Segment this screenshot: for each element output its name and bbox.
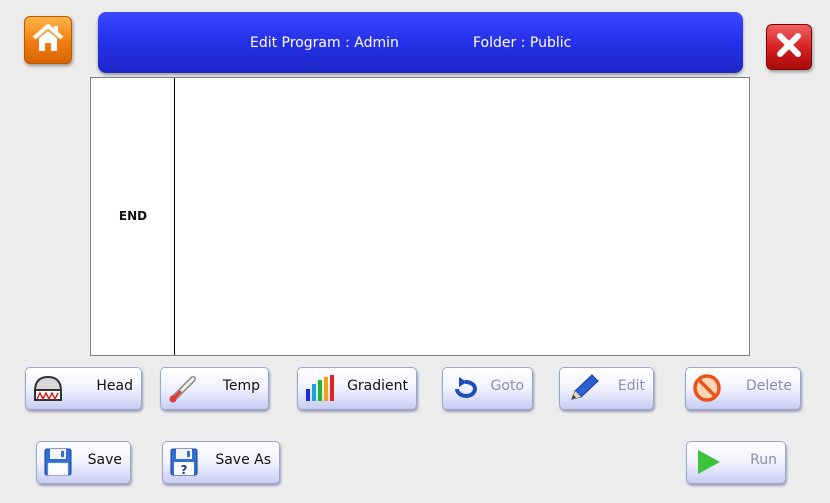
loop-arrow-icon	[449, 373, 481, 407]
thermometer-icon	[167, 373, 199, 407]
close-button[interactable]	[766, 24, 812, 70]
program-step-area[interactable]: END	[90, 77, 750, 356]
temp-label: Temp	[222, 378, 260, 394]
gradient-bars-icon	[304, 373, 338, 407]
run-button[interactable]: Run	[686, 441, 786, 484]
run-label: Run	[750, 452, 777, 468]
title-bar: Edit Program : Admin Folder : Public	[98, 12, 743, 73]
gradient-label: Gradient	[347, 378, 408, 394]
program-title: Edit Program : Admin	[250, 35, 399, 51]
head-label: Head	[96, 378, 133, 394]
prohibit-icon	[692, 373, 724, 407]
temp-button[interactable]: Temp	[160, 367, 269, 410]
head-button[interactable]: Head	[25, 367, 142, 410]
save-as-button[interactable]: ? Save As	[162, 441, 280, 484]
delete-button[interactable]: Delete	[685, 367, 801, 410]
svg-text:?: ?	[181, 463, 188, 477]
goto-label: Goto	[490, 378, 524, 394]
step-list-column[interactable]: END	[91, 78, 175, 355]
delete-label: Delete	[746, 378, 792, 394]
save-label: Save	[87, 452, 122, 468]
edit-button[interactable]: Edit	[559, 367, 654, 410]
thermal-head-icon	[32, 373, 64, 407]
goto-button[interactable]: Goto	[442, 367, 533, 410]
play-icon	[693, 447, 723, 481]
save-button[interactable]: Save	[36, 441, 131, 484]
folder-label: Folder : Public	[473, 35, 572, 51]
gradient-button[interactable]: Gradient	[297, 367, 417, 410]
floppy-icon	[43, 447, 73, 481]
floppy-question-icon: ?	[169, 447, 199, 481]
home-icon	[31, 21, 65, 59]
edit-label: Edit	[617, 378, 645, 394]
home-button[interactable]	[24, 16, 72, 64]
close-icon	[775, 31, 803, 63]
step-end-label[interactable]: END	[91, 209, 175, 223]
pencil-icon	[566, 373, 600, 407]
save-as-label: Save As	[215, 452, 271, 468]
